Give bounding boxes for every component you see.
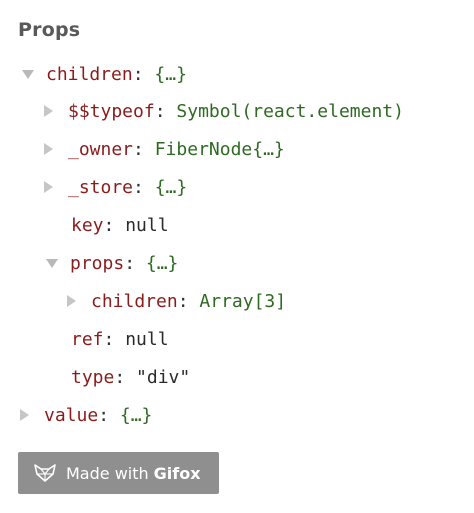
collapsed-arrow-icon[interactable] xyxy=(44,143,53,155)
prop-value: "div" xyxy=(136,367,191,388)
prop-value: null xyxy=(125,215,169,236)
prop-key: $$typeof xyxy=(68,101,155,122)
collapsed-arrow-icon[interactable] xyxy=(44,181,53,193)
fox-logo-icon xyxy=(34,464,56,482)
prop-value: Array[3] xyxy=(199,291,287,312)
prop-key: children xyxy=(91,291,178,312)
expanded-arrow-icon[interactable] xyxy=(46,258,58,268)
prop-value: {…} xyxy=(145,253,179,274)
prop-key: ref xyxy=(71,329,104,350)
tree-row-owner[interactable]: _owner: FiberNode{…} xyxy=(44,138,285,162)
prop-key: key xyxy=(71,215,104,236)
tree-row-type[interactable]: type: "div" xyxy=(71,366,190,390)
tree-row-store[interactable]: _store: {…} xyxy=(44,176,187,200)
expanded-arrow-icon[interactable] xyxy=(22,69,34,79)
gifox-watermark: Made with Gifox xyxy=(18,452,219,494)
watermark-brand: Gifox xyxy=(153,463,201,483)
prop-value: Symbol(react.element) xyxy=(176,101,404,122)
prop-key: _owner xyxy=(68,139,134,160)
tree-row-typeof[interactable]: $$typeof: Symbol(react.element) xyxy=(44,100,404,124)
prop-key: type xyxy=(71,367,115,388)
watermark-text: Made with xyxy=(66,463,149,483)
tree-row-ref[interactable]: ref: null xyxy=(71,328,169,352)
prop-key: children xyxy=(46,64,133,85)
tree-row-key[interactable]: key: null xyxy=(71,214,169,238)
props-panel: Props children: {…} $$typeof: Symbol(rea… xyxy=(0,0,474,513)
prop-key: props xyxy=(70,253,125,274)
prop-value: FiberNode{…} xyxy=(154,139,285,160)
prop-value: {…} xyxy=(119,405,153,426)
prop-value: {…} xyxy=(154,64,187,85)
prop-value: null xyxy=(125,329,169,350)
prop-key: _store xyxy=(68,177,134,198)
tree-row-props-children[interactable]: children: Array[3] xyxy=(67,290,286,314)
prop-value: {…} xyxy=(154,177,188,198)
collapsed-arrow-icon[interactable] xyxy=(20,409,29,421)
prop-key: value xyxy=(44,405,99,426)
collapsed-arrow-icon[interactable] xyxy=(44,105,53,117)
tree-row-value[interactable]: value: {…} xyxy=(20,404,152,428)
collapsed-arrow-icon[interactable] xyxy=(67,295,76,307)
tree-row-props[interactable]: props: {…} xyxy=(46,252,178,276)
panel-title: Props xyxy=(18,19,81,41)
tree-row-children[interactable]: children: {…} xyxy=(22,63,187,87)
